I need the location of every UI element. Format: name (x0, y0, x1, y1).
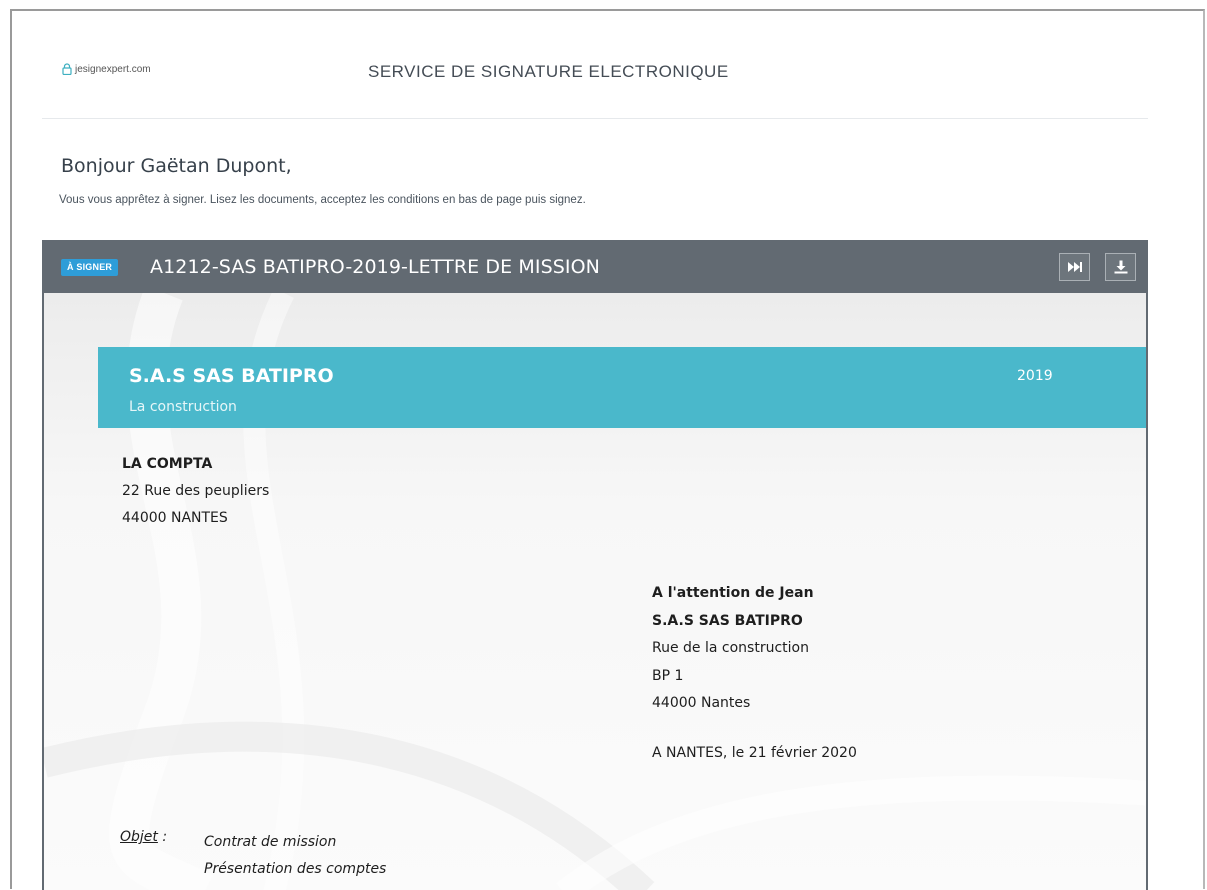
banner-subtitle: La construction (129, 399, 237, 415)
company-banner: S.A.S SAS BATIPRO La construction 2019 (98, 347, 1146, 428)
recipient-address: A l'attention de Jean S.A.S SAS BATIPRO … (652, 580, 814, 718)
banner-company-name: S.A.S SAS BATIPRO (129, 365, 334, 387)
document-preview[interactable]: S.A.S SAS BATIPRO La construction 2019 L… (44, 293, 1146, 890)
download-icon (1114, 260, 1127, 274)
top-bar: jesignexpert.com SERVICE DE SIGNATURE EL… (42, 30, 1148, 119)
objet-label: Objet : (120, 829, 167, 845)
lock-icon (62, 63, 72, 75)
sender-street: 22 Rue des peupliers (122, 483, 270, 499)
logo[interactable]: jesignexpert.com (62, 63, 151, 75)
instructions-text: Vous vous apprêtez à signer. Lisez les d… (59, 194, 586, 206)
document-card: À SIGNER A1212-SAS BATIPRO-2019-LETTRE D… (42, 240, 1148, 890)
recipient-company: S.A.S SAS BATIPRO (652, 612, 803, 629)
recipient-city: 44000 Nantes (652, 695, 751, 711)
recipient-attention: A l'attention de Jean (652, 585, 814, 601)
service-title: SERVICE DE SIGNATURE ELECTRONIQUE (368, 62, 729, 81)
sender-address: LA COMPTA 22 Rue des peupliers 44000 NAN… (122, 451, 269, 532)
recipient-po-box: BP 1 (652, 667, 684, 684)
banner-year: 2019 (1017, 368, 1053, 384)
objet-lines: Contrat de mission Présentation des comp… (204, 829, 386, 883)
sender-city: 44000 NANTES (122, 510, 228, 526)
objet-line-1: Contrat de mission (204, 834, 337, 850)
objet-label-text: Objet (120, 829, 158, 845)
objet-separator: : (157, 829, 168, 845)
skip-forward-icon (1067, 262, 1082, 272)
sender-name: LA COMPTA (122, 456, 213, 472)
date-line: A NANTES, le 21 février 2020 (652, 745, 857, 761)
document-header: À SIGNER A1212-SAS BATIPRO-2019-LETTRE D… (44, 242, 1146, 293)
greeting: Bonjour Gaëtan Dupont, (61, 155, 292, 177)
next-document-button[interactable] (1059, 253, 1090, 281)
logo-text: jesignexpert.com (75, 63, 151, 75)
download-button[interactable] (1105, 253, 1136, 281)
status-badge: À SIGNER (61, 259, 119, 276)
recipient-street: Rue de la construction (652, 640, 809, 656)
document-title: A1212-SAS BATIPRO-2019-LETTRE DE MISSION (150, 256, 600, 278)
